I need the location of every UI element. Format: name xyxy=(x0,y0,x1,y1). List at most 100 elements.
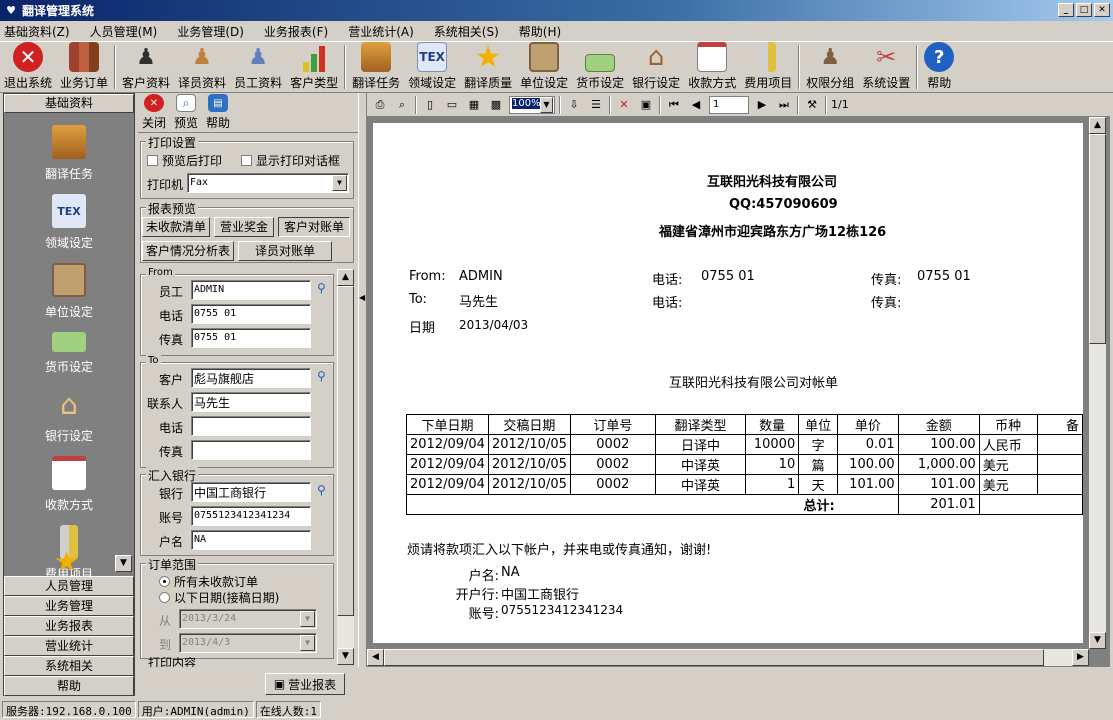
nav-item-payment-methods[interactable]: 收款方式 xyxy=(4,456,134,513)
nav-group-business[interactable]: 业务管理 xyxy=(4,596,134,616)
tools-icon[interactable]: ⚒ xyxy=(803,96,821,114)
close-button[interactable]: ✕ xyxy=(1094,3,1110,17)
units-button[interactable]: 单位设定 xyxy=(516,42,572,92)
report-vscrollbar[interactable]: ▲ ▼ xyxy=(1089,117,1106,649)
panel-preview-button[interactable]: ⌕ 预览 xyxy=(170,94,202,132)
minimize-button[interactable]: _ xyxy=(1058,3,1074,17)
menu-personnel[interactable]: 人员管理(M) xyxy=(90,23,158,40)
scroll-right-button[interactable]: ▶ xyxy=(1072,649,1089,666)
nav-group-help[interactable]: 帮助 xyxy=(4,676,134,696)
scroll-thumb[interactable] xyxy=(1089,134,1106,344)
scroll-thumb[interactable] xyxy=(384,649,1044,666)
panel-close-button[interactable]: ✕ 关闭 xyxy=(138,94,170,132)
nav-item-domain-settings[interactable]: TEX 领域设定 xyxy=(4,194,134,251)
staff-button[interactable]: ♟ 员工资料 xyxy=(230,42,286,92)
domain-settings-button[interactable]: TEX 领域设定 xyxy=(404,42,460,92)
export-icon[interactable]: ⇩ xyxy=(565,96,583,114)
prev-page-icon[interactable]: ◀ xyxy=(687,96,705,114)
scroll-up-button[interactable]: ▲ xyxy=(337,269,354,286)
report-hscrollbar[interactable]: ◀ ▶ xyxy=(367,649,1089,666)
scroll-down-button[interactable]: ▼ xyxy=(337,648,354,665)
translator-statement-button[interactable]: 译员对账单 xyxy=(238,241,332,261)
exit-button[interactable]: ✕ 退出系统 xyxy=(0,42,56,92)
menu-system[interactable]: 系统相关(S) xyxy=(434,23,499,40)
save-icon[interactable]: ▣ xyxy=(637,96,655,114)
account-field[interactable]: 0755123412341234 xyxy=(191,506,311,526)
find-icon[interactable]: ⌕ xyxy=(393,96,411,114)
all-unpaid-radio[interactable]: 所有未收款订单 xyxy=(159,573,258,590)
date-to-field[interactable]: 2013/4/3 ▼ xyxy=(179,633,317,653)
to-fax-field[interactable] xyxy=(191,440,311,460)
menu-reports[interactable]: 业务报表(F) xyxy=(264,23,328,40)
nav-group-reports[interactable]: 业务报表 xyxy=(4,616,134,636)
nav-group-personnel[interactable]: 人员管理 xyxy=(4,576,134,596)
unpaid-list-button[interactable]: 未收款清单 xyxy=(142,217,210,237)
scroll-up-button[interactable]: ▲ xyxy=(1089,117,1106,134)
customer-types-button[interactable]: 客户类型 xyxy=(286,42,342,92)
nav-item-bank[interactable]: ⌂ 银行设定 xyxy=(4,387,134,444)
tree-icon[interactable]: ☰ xyxy=(587,96,605,114)
splitter[interactable]: ◀ xyxy=(358,93,367,667)
printer-select[interactable]: Fax ▼ xyxy=(187,173,349,193)
customer-statement-button[interactable]: 客户对账单 xyxy=(278,217,350,237)
help-button[interactable]: ? 帮助 xyxy=(920,42,958,92)
menu-help[interactable]: 帮助(H) xyxy=(519,23,561,40)
nav-item-currency[interactable]: 货币设定 xyxy=(4,332,134,375)
currency-button[interactable]: 货币设定 xyxy=(572,42,628,92)
menu-statistics[interactable]: 营业统计(A) xyxy=(348,23,414,40)
permission-groups-button[interactable]: ♟ 权限分组 xyxy=(802,42,858,92)
search-icon[interactable]: ⚲ xyxy=(317,483,326,497)
system-settings-button[interactable]: ✂ 系统设置 xyxy=(858,42,914,92)
sales-bonus-button[interactable]: 营业奖金 xyxy=(214,217,274,237)
bank-button[interactable]: ⌂ 银行设定 xyxy=(628,42,684,92)
expense-items-button[interactable]: 费用项目 xyxy=(740,42,796,92)
date-range-radio[interactable]: 以下日期(接稿日期) xyxy=(159,589,279,606)
task-tab-sales-report[interactable]: ▣ 营业报表 xyxy=(265,673,345,695)
orders-button[interactable]: 业务订单 xyxy=(56,42,112,92)
first-page-icon[interactable]: ⏮ xyxy=(665,96,683,114)
page-width-icon[interactable]: ▭ xyxy=(443,96,461,114)
nav-group-statistics[interactable]: 营业统计 xyxy=(4,636,134,656)
single-page-icon[interactable]: ▯ xyxy=(421,96,439,114)
scroll-thumb[interactable] xyxy=(337,286,354,616)
translators-button[interactable]: ♟ 译员资料 xyxy=(174,42,230,92)
nav-scroll-down-button[interactable]: ▼ xyxy=(115,555,132,572)
customer-analysis-button[interactable]: 客户情况分析表 xyxy=(142,241,234,261)
from-phone-field[interactable]: 0755 01 xyxy=(191,304,311,324)
multi-page-icon[interactable]: ▦ xyxy=(465,96,483,114)
from-fax-field[interactable]: 0755 01 xyxy=(191,328,311,348)
menu-basic[interactable]: 基础资料(Z) xyxy=(4,23,70,40)
bank-field[interactable]: 中国工商银行 xyxy=(191,482,311,502)
nav-group-system[interactable]: 系统相关 xyxy=(4,656,134,676)
next-page-icon[interactable]: ▶ xyxy=(753,96,771,114)
menu-business[interactable]: 业务管理(D) xyxy=(177,23,244,40)
search-icon[interactable]: ⚲ xyxy=(317,281,326,295)
to-contact-field[interactable]: 马先生 xyxy=(191,392,311,412)
preview-after-print-checkbox[interactable]: 预览后打印 xyxy=(147,152,222,169)
to-customer-field[interactable]: 彪马旗舰店 xyxy=(191,368,311,388)
quality-button[interactable]: ★ 翻译质量 xyxy=(460,40,516,92)
translation-tasks-button[interactable]: 翻译任务 xyxy=(348,42,404,92)
maximize-button[interactable]: □ xyxy=(1076,3,1092,17)
customers-button[interactable]: ♟ 客户资料 xyxy=(118,42,174,92)
panel-scrollbar[interactable]: ▲ ▼ xyxy=(337,269,354,665)
delete-icon[interactable]: ✕ xyxy=(615,96,633,114)
account-name-field[interactable]: NA xyxy=(191,530,311,550)
nav-item-units[interactable]: 单位设定 xyxy=(4,263,134,320)
print-icon[interactable]: ⎙ xyxy=(371,96,389,114)
last-page-icon[interactable]: ⏭ xyxy=(775,96,793,114)
payment-methods-button[interactable]: 收款方式 xyxy=(684,42,740,92)
zoom-select[interactable]: 100% ▼ xyxy=(509,95,555,114)
nav-item-translation-tasks[interactable]: 翻译任务 xyxy=(4,125,134,182)
show-print-dialog-checkbox[interactable]: 显示打印对话框 xyxy=(241,152,340,169)
panel-help-button[interactable]: ▤ 帮助 xyxy=(202,94,234,132)
page-input[interactable]: 1 xyxy=(709,95,749,114)
scroll-down-button[interactable]: ▼ xyxy=(1089,632,1106,649)
from-staff-field[interactable]: ADMIN xyxy=(191,280,311,300)
grid-icon[interactable]: ▩ xyxy=(487,96,505,114)
search-icon[interactable]: ⚲ xyxy=(317,369,326,383)
scroll-left-button[interactable]: ◀ xyxy=(367,649,384,666)
date-from-field[interactable]: 2013/3/24 ▼ xyxy=(179,609,317,629)
nav-header-basic[interactable]: 基础资料 xyxy=(4,94,134,113)
to-phone-field[interactable] xyxy=(191,416,311,436)
